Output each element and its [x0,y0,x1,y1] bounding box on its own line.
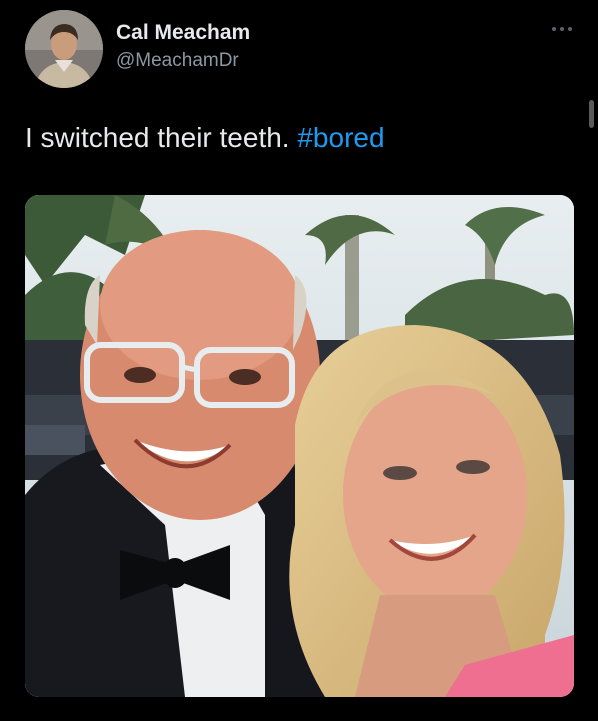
tweet: Cal Meacham @MeachamDr I switched their … [0,0,598,721]
tweet-text: I switched their teeth. #bored [25,122,385,154]
scrollbar[interactable] [589,100,594,128]
photo-icon [25,195,574,697]
author-display-name[interactable]: Cal Meacham [116,21,250,45]
author-handle[interactable]: @MeachamDr [116,50,239,72]
user-avatar-icon [25,10,103,88]
avatar[interactable] [25,10,103,88]
tweet-body-text: I switched their teeth. [25,122,298,153]
tweet-photo[interactable] [25,195,574,697]
hashtag-link[interactable]: #bored [297,122,384,153]
more-horizontal-icon[interactable] [550,20,574,36]
